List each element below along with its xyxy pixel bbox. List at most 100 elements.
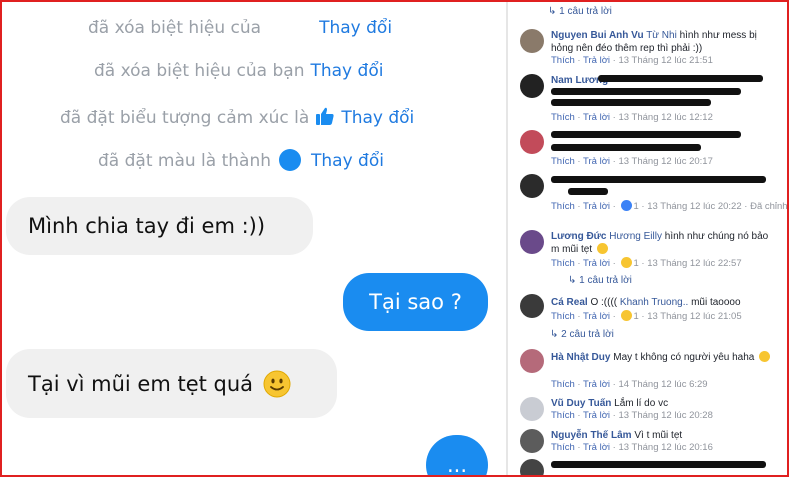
haha-reaction-icon	[620, 257, 632, 268]
comment-time[interactable]: 13 Tháng 12 lúc 20:17	[619, 156, 713, 167]
color-set-notice: đã đặt màu là thành Thay đổi	[98, 149, 384, 171]
mention[interactable]: Hương Eilly	[609, 231, 662, 242]
comment-actions: Thích · Trả lời · 13 Tháng 12 lúc 20:28	[551, 410, 713, 421]
change-link[interactable]: Thay đổi	[341, 108, 414, 128]
view-replies-link[interactable]: ↳ 1 câu trả lời	[568, 275, 632, 286]
change-link[interactable]: Thay đổi	[319, 18, 392, 38]
comment-body: Cá Real O :(((( Khanh Truong.. mũi taooo…	[551, 296, 776, 309]
comment-time[interactable]: 13 Tháng 12 lúc 20:16	[619, 442, 713, 453]
comment-time[interactable]: 13 Tháng 12 lúc 22:57	[647, 258, 741, 269]
reaction-count[interactable]: 1	[634, 258, 639, 269]
edited-label[interactable]: Đã chỉnh sửa	[750, 201, 787, 212]
view-replies-link[interactable]: ↳ 2 câu trả lời	[550, 329, 614, 340]
reply-button[interactable]: Trả lời	[583, 258, 610, 269]
avatar[interactable]	[520, 74, 544, 98]
reply-button[interactable]: Trả lời	[583, 311, 610, 322]
message-bubble-outgoing[interactable]: Tại sao ?	[343, 273, 488, 331]
comment-text: Lắm lí do vc	[614, 398, 669, 409]
comment-text: Vì t mũi tẹt	[634, 430, 683, 441]
reaction-count[interactable]: 1	[634, 201, 639, 212]
redaction-scribble	[551, 99, 711, 106]
like-button[interactable]: Thích	[551, 379, 575, 390]
commenter-name[interactable]: Lương Đức	[551, 231, 606, 242]
like-button[interactable]: Thích	[551, 55, 575, 66]
reply-button[interactable]: Trả lời	[583, 201, 610, 212]
change-link[interactable]: Thay đổi	[310, 61, 383, 81]
change-link[interactable]: Thay đổi	[311, 151, 384, 171]
message-text: Tại sao ?	[369, 290, 462, 314]
comment-time[interactable]: 13 Tháng 12 lúc 12:12	[619, 112, 713, 123]
smiley-icon	[263, 370, 291, 398]
mention[interactable]: Từ Nhi	[646, 30, 677, 41]
like-button[interactable]: Thích	[551, 156, 575, 167]
like-button[interactable]: Thích	[551, 201, 575, 212]
message-bubble-incoming[interactable]: Tại vì mũi em tẹt quá	[6, 349, 337, 418]
comment-text: May t không có người yêu haha	[613, 352, 755, 363]
reply-button[interactable]: Trả lời	[583, 55, 610, 66]
comment-text: O :((((	[590, 297, 618, 308]
comment-time[interactable]: 13 Tháng 12 lúc 21:05	[647, 311, 741, 322]
comment-body: Nguyễn Thế Lâm Vì t mũi tẹt	[551, 429, 776, 442]
reaction-count[interactable]: 1	[634, 311, 639, 322]
comment-actions: Thích · Trả lời · 1 · 13 Tháng 12 lúc 21…	[551, 310, 742, 322]
comment-time[interactable]: 13 Tháng 12 lúc 20:28	[619, 410, 713, 421]
avatar[interactable]	[520, 459, 544, 475]
like-button[interactable]: Thích	[551, 311, 575, 322]
messenger-conversation: đã xóa biệt hiệu của Thay đổi đã xóa biệt…	[2, 2, 506, 475]
notice-text: đã xóa biệt hiệu của bạn	[94, 61, 305, 81]
comment-time[interactable]: 14 Tháng 12 lúc 6:29	[619, 379, 708, 390]
comment-text: mũi taoooo	[691, 297, 741, 308]
redaction-scribble	[551, 176, 766, 183]
avatar[interactable]	[520, 429, 544, 453]
message-bubble-incoming[interactable]: Mình chia tay đi em :))	[6, 197, 313, 255]
like-reaction-icon	[620, 200, 632, 211]
comment-actions: Thích · Trả lời · 13 Tháng 12 lúc 12:12	[551, 112, 713, 123]
redaction-scribble	[598, 75, 763, 82]
nickname-removed-notice: đã xóa biệt hiệu của Thay đổi	[88, 18, 392, 38]
like-button[interactable]: Thích	[551, 112, 575, 123]
reply-button[interactable]: Trả lời	[583, 156, 610, 167]
nickname-removed-you-notice: đã xóa biệt hiệu của bạn Thay đổi	[94, 61, 383, 81]
avatar[interactable]	[520, 397, 544, 421]
replies-count: 2 câu trả lời	[561, 329, 614, 340]
reply-button[interactable]: Trả lời	[583, 112, 610, 123]
reply-button[interactable]: Trả lời	[583, 442, 610, 453]
avatar[interactable]	[520, 130, 544, 154]
redaction-scribble	[568, 188, 608, 195]
haha-reaction-icon	[620, 310, 632, 321]
replies-count: 1 câu trả lời	[559, 6, 612, 17]
message-text: Tại vì mũi em tẹt quá	[28, 371, 254, 396]
message-bubble-outgoing[interactable]: ...	[426, 435, 488, 475]
commenter-name[interactable]: Vũ Duy Tuấn	[551, 398, 611, 409]
like-button[interactable]: Thích	[551, 442, 575, 453]
redaction-scribble	[551, 461, 766, 468]
comment-actions: Thích · Trả lời · 13 Tháng 12 lúc 20:16	[551, 442, 713, 453]
view-replies-link[interactable]: ↳ 1 câu trả lời	[548, 6, 612, 17]
comment-time[interactable]: 13 Tháng 12 lúc 21:51	[619, 55, 713, 66]
color-dot-icon	[279, 149, 301, 171]
reply-button[interactable]: Trả lời	[583, 379, 610, 390]
commenter-name[interactable]: Nguyen Bui Anh Vu	[551, 30, 644, 41]
comment-time[interactable]: 13 Tháng 12 lúc 20:22	[647, 201, 741, 212]
avatar[interactable]	[520, 174, 544, 198]
facebook-comments-panel: ↳ 1 câu trả lời Nguyen Bui Anh Vu Từ Nhi…	[508, 2, 787, 475]
like-button[interactable]: Thích	[551, 410, 575, 421]
comment-body: Vũ Duy Tuấn Lắm lí do vc	[551, 397, 776, 410]
avatar[interactable]	[520, 294, 544, 318]
comment-body: Nguyen Bui Anh Vu Từ Nhi hình như mess b…	[551, 29, 776, 55]
comment-actions: Thích · Trả lời · 14 Tháng 12 lúc 6:29	[551, 379, 708, 390]
like-button[interactable]: Thích	[551, 258, 575, 269]
commenter-name[interactable]: Nguyễn Thế Lâm	[551, 430, 632, 441]
replies-count: 1 câu trả lời	[579, 275, 632, 286]
commenter-name[interactable]: Hà Nhật Duy	[551, 352, 610, 363]
avatar[interactable]	[520, 230, 544, 254]
avatar[interactable]	[520, 349, 544, 373]
commenter-name[interactable]: Cá Real	[551, 297, 588, 308]
redaction-scribble	[551, 88, 741, 95]
comment-actions: Thích · Trả lời · 13 Tháng 12 lúc 20:17	[551, 156, 713, 167]
reply-button[interactable]: Trả lời	[583, 410, 610, 421]
redaction-scribble	[551, 131, 741, 138]
avatar[interactable]	[520, 29, 544, 53]
mention[interactable]: Khanh Truong..	[620, 297, 688, 308]
notice-text: đã đặt màu là thành	[98, 151, 271, 171]
